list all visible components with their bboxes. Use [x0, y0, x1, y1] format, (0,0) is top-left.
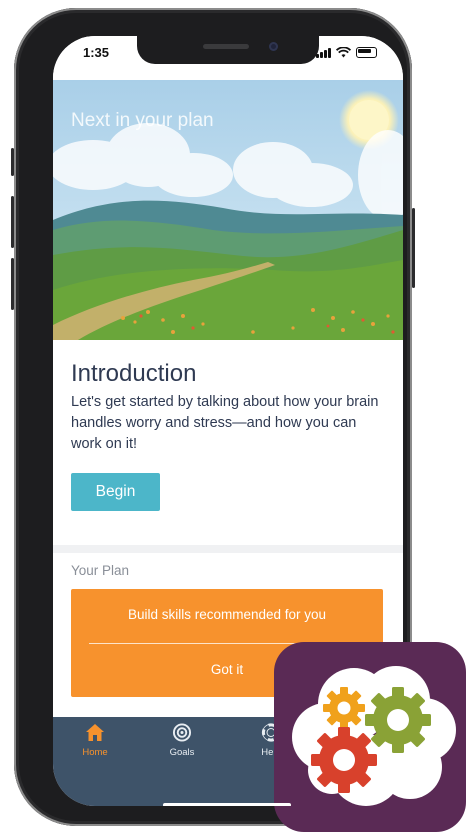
volume-up-button [11, 196, 14, 248]
your-plan-label: Your Plan [71, 563, 130, 578]
section-divider [53, 545, 403, 553]
wifi-icon [336, 47, 351, 58]
earpiece-speaker [203, 44, 249, 49]
introduction-description: Let's get started by talking about how y… [71, 394, 379, 452]
plan-card-text: Build skills recommended for you [127, 607, 327, 622]
front-camera [269, 42, 278, 51]
app-logo-icon [274, 642, 466, 832]
hero-title: Next in your plan [71, 110, 214, 131]
introduction-title: Introduction [71, 360, 197, 387]
tab-home-label: Home [82, 747, 108, 758]
target-icon [172, 723, 192, 742]
volume-down-button [11, 258, 14, 310]
brain-gears-logo [292, 666, 456, 806]
status-time: 1:35 [83, 45, 110, 60]
home-icon [86, 724, 104, 741]
tab-home[interactable]: Home [60, 723, 130, 758]
battery-icon [356, 47, 377, 58]
hero-illustration: Next in your plan [53, 80, 403, 340]
tab-goals[interactable]: Goals [147, 723, 217, 758]
begin-button[interactable]: Begin [71, 473, 160, 511]
home-indicator [163, 803, 291, 806]
tab-goals-label: Goals [169, 747, 195, 758]
introduction-card: Introduction Let's get started by talkin… [53, 340, 403, 545]
mute-switch [11, 148, 14, 176]
power-button [412, 208, 415, 288]
notch [137, 36, 319, 64]
status-icons [316, 47, 377, 58]
